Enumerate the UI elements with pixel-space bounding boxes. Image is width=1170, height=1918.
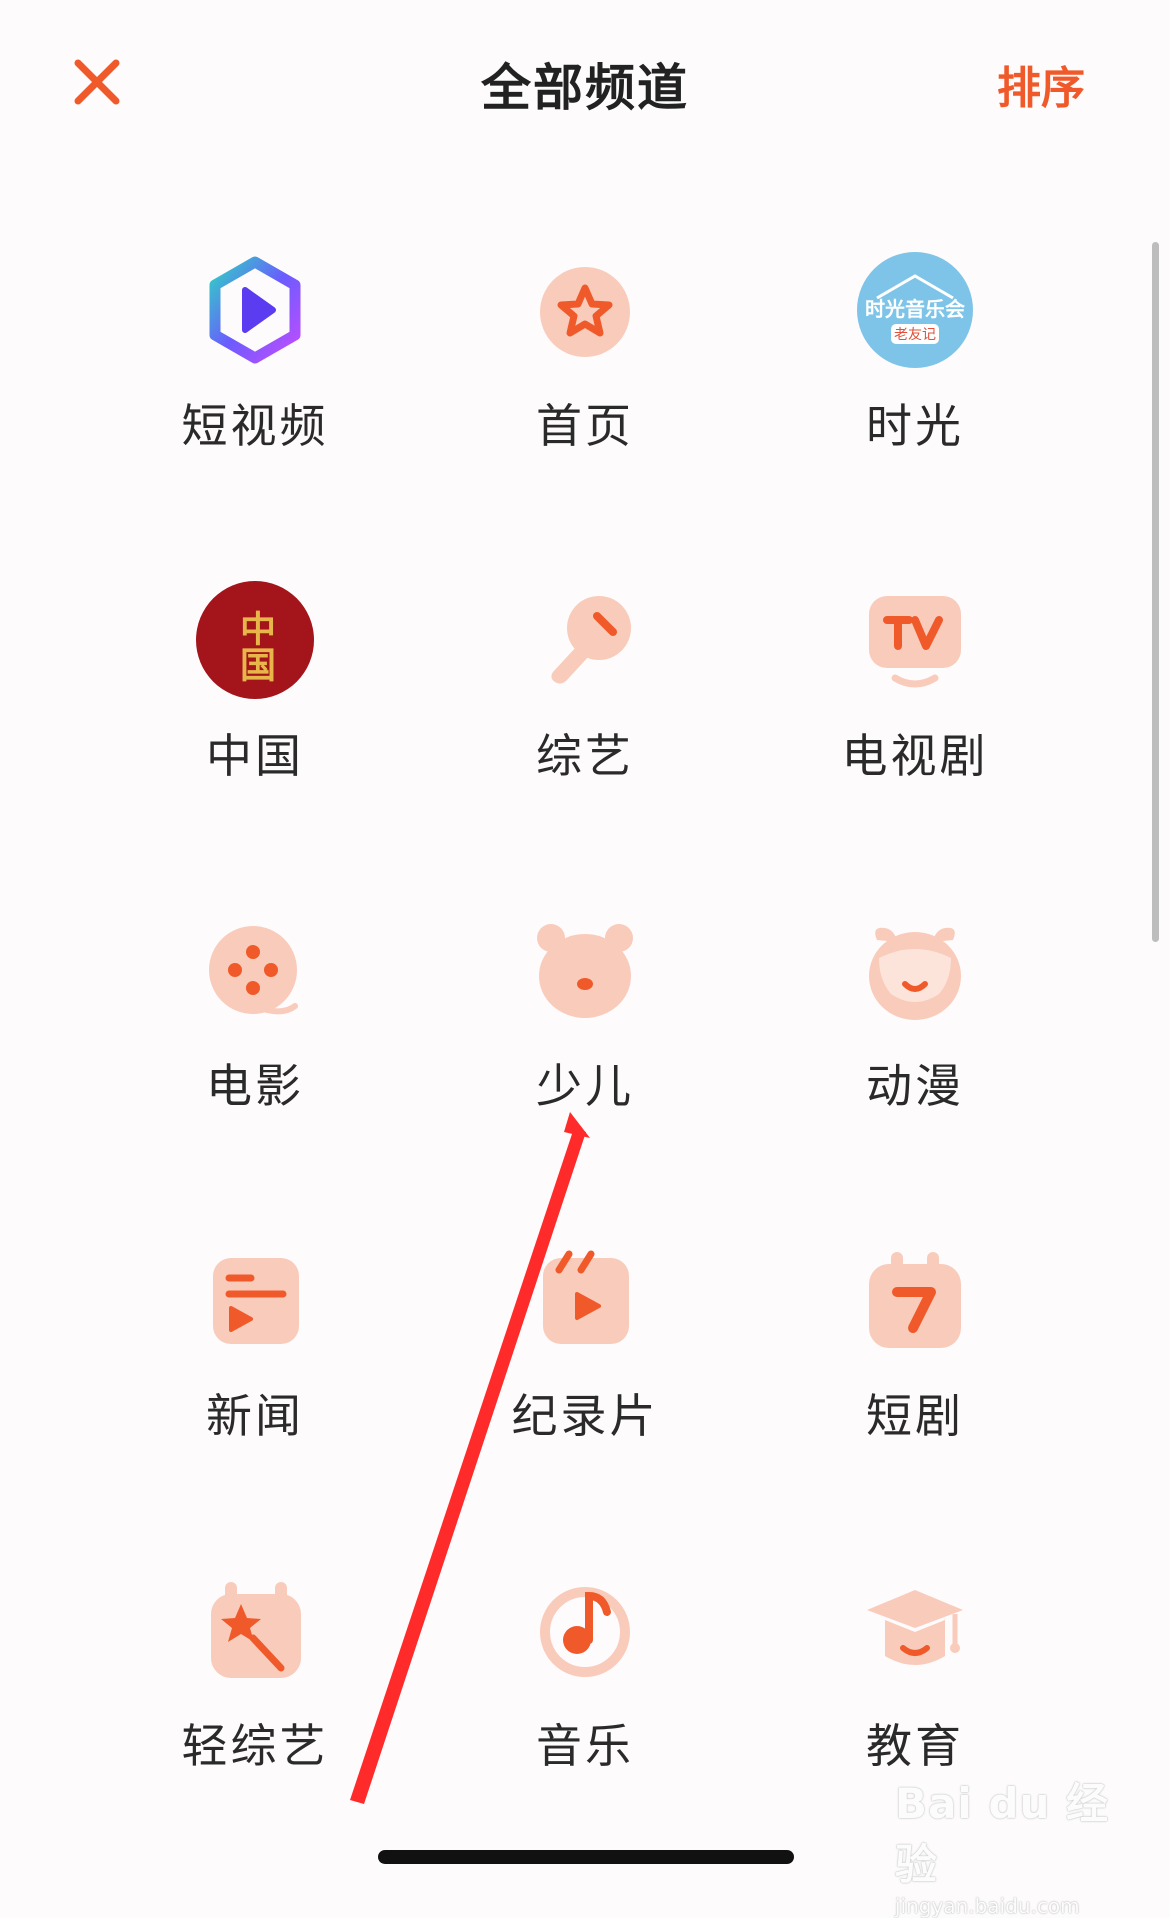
microphone-icon xyxy=(525,580,645,700)
magic-wand-icon xyxy=(195,1570,315,1690)
channel-home[interactable]: 首页 xyxy=(420,250,750,490)
channel-time[interactable]: 时光音乐会 老友记 时光 xyxy=(750,250,1080,490)
channel-movie[interactable]: 电影 xyxy=(90,910,420,1150)
time-logo-subtext: 老友记 xyxy=(894,327,936,343)
channel-china[interactable]: 中国 中国 xyxy=(90,580,420,820)
channel-short-video[interactable]: 短视频 xyxy=(90,250,420,490)
channel-label: 时光 xyxy=(866,399,964,453)
channel-label: 电视剧 xyxy=(841,729,989,783)
bear-icon xyxy=(525,910,645,1030)
channel-label: 音乐 xyxy=(536,1719,634,1773)
time-logo-text: 时光音乐会 xyxy=(865,297,965,321)
channel-label: 新闻 xyxy=(206,1389,304,1443)
channel-short-drama[interactable]: 短剧 xyxy=(750,1240,1080,1480)
watermark-logo: Bai du 经验 xyxy=(895,1779,1109,1889)
channel-variety[interactable]: 综艺 xyxy=(420,580,750,820)
channel-label: 动漫 xyxy=(866,1059,964,1113)
scrollbar[interactable] xyxy=(1152,242,1159,942)
channel-label: 首页 xyxy=(536,399,634,453)
channel-label: 短视频 xyxy=(181,399,329,453)
channel-news[interactable]: 新闻 xyxy=(90,1240,420,1480)
home-indicator[interactable] xyxy=(378,1850,794,1864)
news-icon xyxy=(195,1240,315,1360)
home-star-icon xyxy=(525,250,645,370)
short-drama-icon xyxy=(855,1240,975,1360)
channel-kids[interactable]: 少儿 xyxy=(420,910,750,1150)
clapper-icon xyxy=(525,1240,645,1360)
channel-label: 轻综艺 xyxy=(181,1719,329,1773)
film-reel-icon xyxy=(195,910,315,1030)
channel-documentary[interactable]: 纪录片 xyxy=(420,1240,750,1480)
china-logo-text: 中国 xyxy=(234,610,276,682)
channel-music[interactable]: 音乐 xyxy=(420,1570,750,1810)
time-concert-logo: 时光音乐会 老友记 xyxy=(855,250,975,370)
channel-anime[interactable]: 动漫 xyxy=(750,910,1080,1150)
music-note-icon xyxy=(525,1570,645,1690)
channel-tv-series[interactable]: 电视剧 xyxy=(750,580,1080,820)
watermark-url: jingyan.baidu.com xyxy=(895,1894,1080,1918)
graduation-cap-icon xyxy=(855,1570,975,1690)
channel-light-variety[interactable]: 轻综艺 xyxy=(90,1570,420,1810)
baidu-watermark: Bai du 经验 jingyan.baidu.com xyxy=(895,1770,1145,1918)
channel-label: 综艺 xyxy=(536,729,634,783)
channel-label: 电影 xyxy=(206,1059,304,1113)
channel-label: 中国 xyxy=(206,729,304,783)
channel-label: 短剧 xyxy=(866,1389,964,1443)
tv-icon xyxy=(855,580,975,700)
cartoon-face-icon xyxy=(855,910,975,1030)
short-video-icon xyxy=(195,250,315,370)
channel-label: 教育 xyxy=(866,1719,964,1773)
channel-grid: 短视频 首页 时光音乐会 老友记 时光 中国 中国 综艺 电视剧 电影 少儿 动… xyxy=(0,0,1170,1890)
china-logo: 中国 xyxy=(195,580,315,700)
channel-label: 少儿 xyxy=(536,1059,634,1113)
channel-label: 纪录片 xyxy=(511,1389,659,1443)
